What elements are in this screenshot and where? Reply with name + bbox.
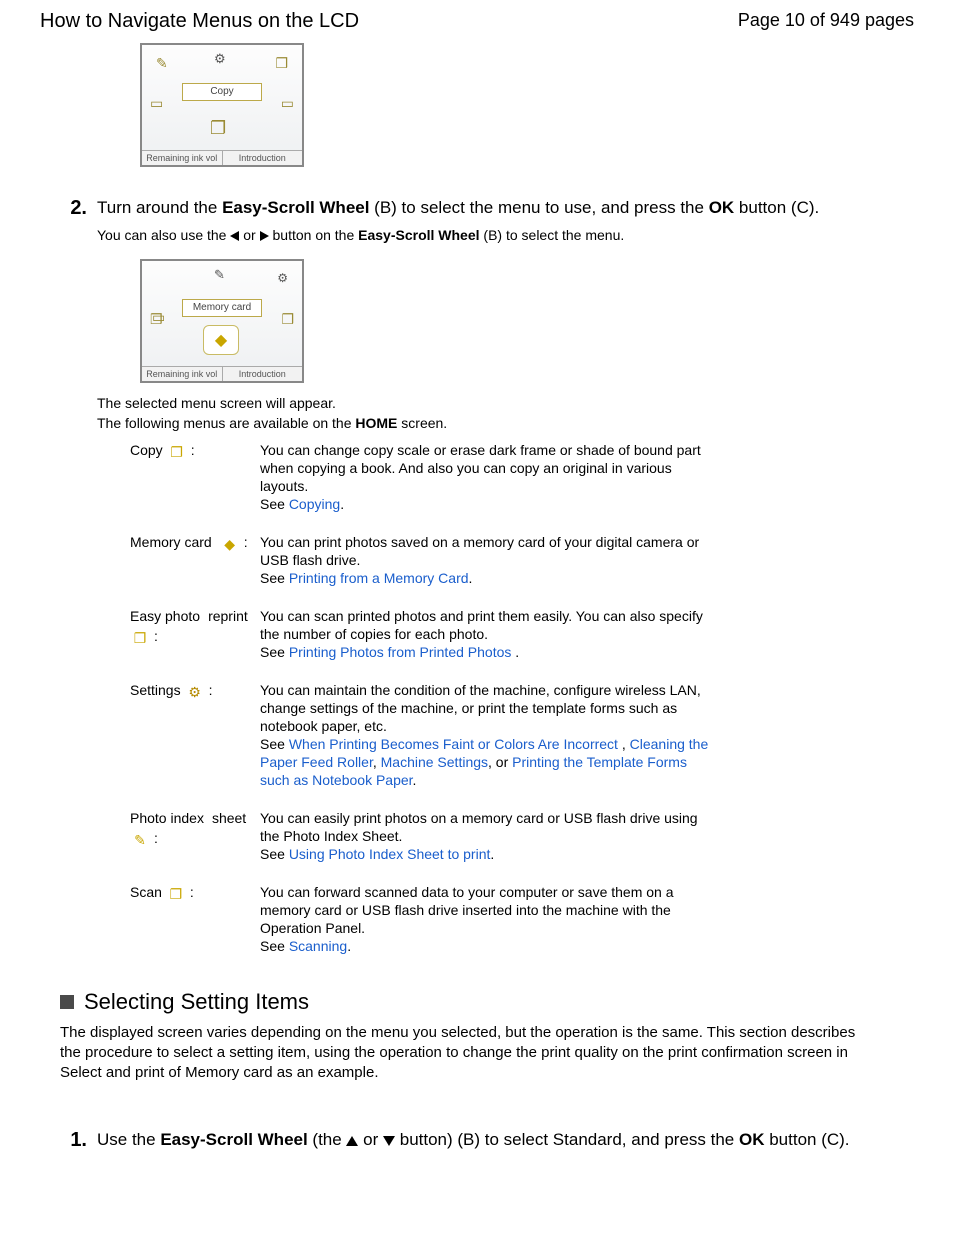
- link-photo-index[interactable]: Using Photo Index Sheet to print: [289, 846, 491, 862]
- section-selecting-setting-items: Selecting Setting Items: [60, 989, 914, 1015]
- pen-icon: ✎: [156, 55, 168, 72]
- step-number: 2.: [65, 197, 87, 219]
- lcd-tab-right: Introduction: [223, 366, 303, 381]
- right-arrow-icon: [260, 231, 269, 241]
- card-icon: ▭: [152, 309, 165, 326]
- lcd-figure-copy: ✎ ⚙ ❒ ▭ ▭ Copy ❐ Remaining ink vol Intro…: [140, 43, 304, 167]
- step-1: 1. Use the Easy-Scroll Wheel (the or but…: [65, 1129, 914, 1151]
- step-2-subtext: You can also use the or button on the Ea…: [97, 225, 914, 245]
- menu-desc-scan: You can forward scanned data to your com…: [260, 883, 720, 955]
- stack-icon: ❒: [281, 311, 294, 328]
- lcd-tab-left: Remaining ink vol: [142, 366, 223, 381]
- stack-icon: ❒: [275, 55, 288, 72]
- lcd-center-label: Copy: [182, 83, 262, 101]
- link-copying[interactable]: Copying: [289, 496, 340, 512]
- copy-icon: ❐: [167, 443, 187, 457]
- menu-desc-easy-reprint: You can scan printed photos and print th…: [260, 607, 720, 661]
- home-menu-table: Copy ❐: You can change copy scale or era…: [130, 441, 914, 955]
- card-icon: ▭: [150, 95, 163, 112]
- card-icon: ▭: [281, 95, 294, 112]
- ok-label: OK: [709, 198, 735, 217]
- step-2: 2. Turn around the Easy-Scroll Wheel (B)…: [65, 197, 914, 219]
- menu-desc-memory: You can print photos saved on a memory c…: [260, 533, 720, 587]
- step-text: (B) to select the menu to use, and press…: [369, 198, 708, 217]
- menu-label-scan: Scan ❐:: [130, 883, 250, 955]
- step-number: 1.: [65, 1129, 87, 1151]
- note-line-2: The following menus are available on the…: [97, 413, 914, 433]
- step-text: Turn around the: [97, 198, 222, 217]
- menu-label-photo-index: Photo index sheet ✎:: [130, 809, 250, 863]
- reprint-icon: ❐: [130, 629, 150, 643]
- link-scanning[interactable]: Scanning: [289, 938, 347, 954]
- left-arrow-icon: [230, 231, 239, 241]
- link-memory-card[interactable]: Printing from a Memory Card: [289, 570, 469, 586]
- link-printed-photos[interactable]: Printing Photos from Printed Photos: [289, 644, 512, 660]
- ok-label: OK: [739, 1130, 765, 1149]
- settings-icon: ⚙: [185, 683, 205, 697]
- menu-label-copy: Copy ❐:: [130, 441, 250, 513]
- memory-card-icon: ◆: [220, 535, 240, 549]
- step-text: button (C).: [734, 198, 819, 217]
- link-machine-settings[interactable]: Machine Settings: [381, 754, 488, 770]
- lcd-tab-right: Introduction: [223, 150, 303, 165]
- tools-icon: ⚙: [277, 271, 288, 285]
- scan-icon: ❐: [166, 885, 186, 899]
- square-bullet-icon: [60, 995, 74, 1009]
- menu-desc-copy: You can change copy scale or erase dark …: [260, 441, 720, 513]
- easy-scroll-wheel-label: Easy-Scroll Wheel: [222, 198, 369, 217]
- menu-label-easy-reprint: Easy photo reprint ❐:: [130, 607, 250, 661]
- lcd-center-label: Memory card: [182, 299, 262, 317]
- up-arrow-icon: [346, 1136, 358, 1146]
- photo-sheet-icon: ✎: [130, 831, 150, 845]
- section-paragraph: The displayed screen varies depending on…: [60, 1023, 874, 1083]
- copy-icon: ❐: [210, 118, 226, 139]
- page-indicator: Page 10 of 949 pages: [738, 10, 914, 31]
- easy-scroll-wheel-label: Easy-Scroll Wheel: [160, 1130, 307, 1149]
- lcd-figure-memory: ✎ ⚙ ❒ ❒ ▭ Memory card ◆ Remaining ink vo…: [140, 259, 304, 383]
- menu-label-settings: Settings ⚙:: [130, 681, 250, 789]
- pen-icon: ✎: [214, 267, 225, 283]
- menu-desc-photo-index: You can easily print photos on a memory …: [260, 809, 720, 863]
- memory-card-icon: ◆: [203, 325, 239, 355]
- tools-icon: ⚙: [214, 51, 226, 67]
- menu-label-memory: Memory card ◆:: [130, 533, 250, 587]
- menu-desc-settings: You can maintain the condition of the ma…: [260, 681, 720, 789]
- down-arrow-icon: [383, 1136, 395, 1146]
- section-title: Selecting Setting Items: [84, 989, 309, 1015]
- lcd-tab-left: Remaining ink vol: [142, 150, 223, 165]
- page-title: How to Navigate Menus on the LCD: [40, 10, 359, 33]
- link-faint-colors[interactable]: When Printing Becomes Faint or Colors Ar…: [289, 736, 618, 752]
- note-line-1: The selected menu screen will appear.: [97, 393, 914, 413]
